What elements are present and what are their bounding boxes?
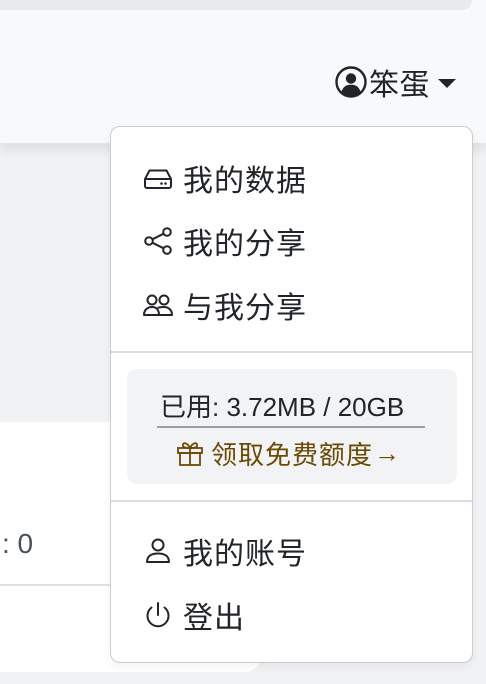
user-circle-icon [334,65,368,99]
menu-item-my-data[interactable]: 我的数据 [141,156,307,200]
claim-free-quota-link[interactable]: 领取免费额度 → [175,435,400,471]
menu-divider [111,500,472,502]
menu-item-label: 与我分享 [183,292,307,325]
hard-drive-icon [141,161,183,195]
person-icon [141,534,183,568]
navbar-top-strip [0,0,472,10]
menu-item-shared-with-me[interactable]: 与我分享 [141,283,307,327]
menu-item-label: 我的数据 [183,165,307,198]
storage-usage-box: 已用: 3.72MB / 20GB 领取免费额度 → [127,369,457,484]
menu-item-my-shares[interactable]: 我的分享 [141,219,307,263]
menu-item-logout[interactable]: 登出 [141,593,245,637]
user-dropdown-menu: 我的数据 我的分享 与我分享 已用: 3.72MB / 20GB 领取免费额度 … [110,126,473,663]
menu-item-label: 登出 [183,602,245,635]
user-name: 笨蛋 [369,69,430,102]
arrow-right-icon: → [374,437,401,468]
background-count-text: : 0 [2,528,34,559]
menu-divider [111,351,472,353]
top-navbar: 笨蛋 [0,0,486,143]
people-icon [141,288,183,322]
share-icon [141,224,183,258]
user-menu-toggle[interactable]: 笨蛋 [334,62,456,102]
menu-item-label: 我的账号 [183,538,307,571]
caret-down-icon [438,78,456,88]
claim-free-quota-label: 领取免费额度 [211,439,374,470]
storage-usage-text: 已用: 3.72MB / 20GB [160,392,405,422]
gift-icon [175,438,211,468]
usage-underline [157,426,425,428]
power-icon [141,598,183,632]
menu-item-label: 我的分享 [183,228,307,261]
menu-item-my-account[interactable]: 我的账号 [141,529,307,573]
